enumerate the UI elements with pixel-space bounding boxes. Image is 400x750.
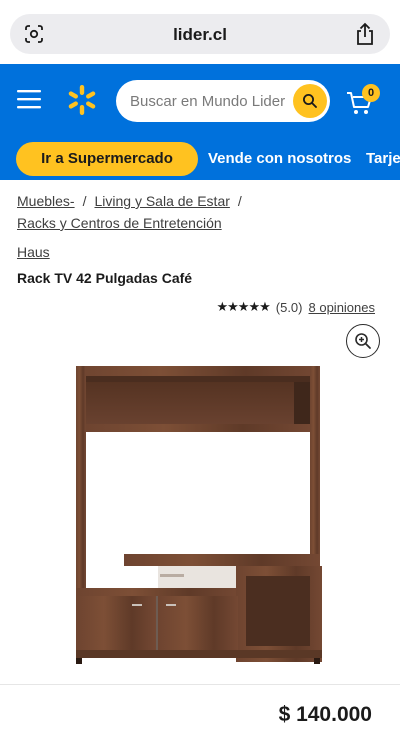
rating-stars: ★★★★★	[216, 299, 270, 314]
product-title: Rack TV 42 Pulgadas Café	[17, 270, 193, 286]
cart-count-badge: 0	[362, 84, 380, 102]
price-bar: $ 140.000	[0, 684, 400, 750]
card-link[interactable]: Tarjeta	[366, 150, 400, 167]
url-field[interactable]: lider.cl	[10, 14, 390, 54]
browser-address-bar: lider.cl	[0, 0, 400, 64]
sub-navigation: Ir a Supermercado Vende con nosotros Tar…	[0, 138, 400, 180]
product-price: $ 140.000	[278, 703, 372, 726]
rating-value: (5.0)	[275, 299, 303, 315]
site-header: 0	[0, 64, 400, 138]
search-button[interactable]	[293, 84, 327, 118]
breadcrumb-separator: /	[237, 193, 242, 209]
breadcrumb-item[interactable]: Muebles-	[17, 193, 75, 209]
brand-link[interactable]: Haus	[17, 244, 50, 260]
breadcrumb-item[interactable]: Living y Sala de Estar	[94, 193, 229, 209]
share-icon[interactable]	[354, 22, 376, 46]
cart-button[interactable]: 0	[344, 84, 384, 120]
hamburger-menu-icon[interactable]	[16, 88, 42, 110]
search-box	[116, 80, 330, 122]
zoom-in-icon	[355, 333, 371, 349]
zoom-button[interactable]	[346, 324, 380, 358]
breadcrumb: Muebles- / Living y Sala de Estar / Racks y…	[17, 190, 387, 234]
reviews-link[interactable]: 8 opiniones	[309, 300, 376, 315]
search-icon	[303, 94, 317, 108]
supermarket-button[interactable]: Ir a Supermercado	[16, 142, 198, 176]
sell-with-us-link[interactable]: Vende con nosotros	[208, 150, 351, 167]
walmart-spark-icon[interactable]	[66, 84, 98, 116]
rating-summary: ★★★★★ (5.0) 8 opiniones	[216, 299, 375, 315]
breadcrumb-separator: /	[82, 193, 87, 209]
breadcrumb-item[interactable]: Racks y Centros de Entretención	[17, 215, 222, 231]
url-text[interactable]: lider.cl	[10, 25, 390, 45]
product-image[interactable]	[60, 360, 340, 670]
search-input[interactable]	[130, 80, 290, 122]
